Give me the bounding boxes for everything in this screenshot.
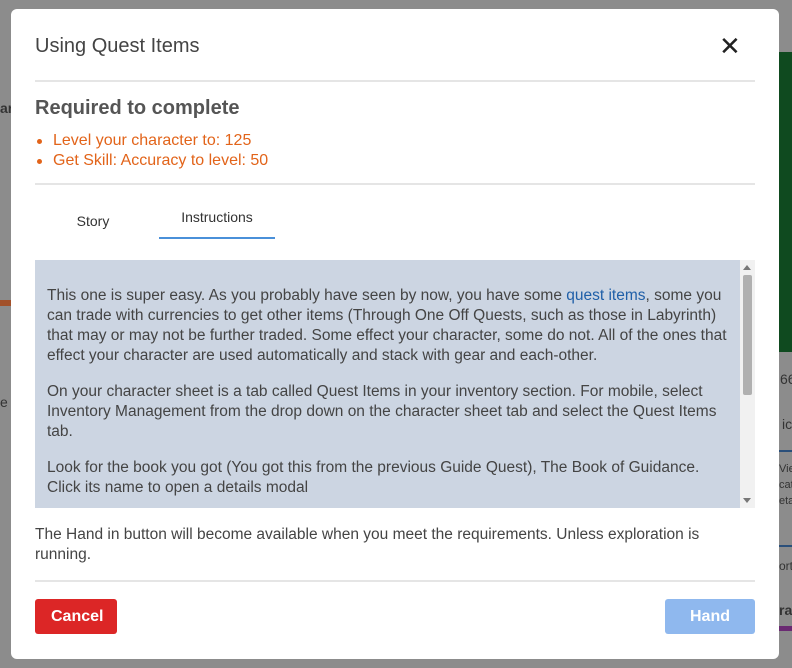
bg-purple-bar [779,626,792,631]
bg-fragment: ict [782,416,792,432]
bg-fragment: View [779,463,792,475]
instructions-paragraph: Look for the book you got (You got this … [47,459,700,496]
text-span: This one is super easy. As you probably … [47,287,567,304]
close-icon[interactable]: ✕ [719,33,741,59]
cancel-button[interactable]: Cancel [35,599,117,634]
requirement-item: Get Skill: Accuracy to level: 50 [35,151,268,171]
requirements-list: Level your character to: 125 Get Skill: … [35,131,268,171]
bg-fragment: eta [779,495,792,507]
divider [35,183,755,185]
tab-instructions[interactable]: Instructions [159,201,275,239]
modal-title: Using Quest Items [35,35,200,57]
bg-fragment: ra [779,602,792,618]
hand-in-note: The Hand in button will become available… [35,526,700,563]
bg-orange-bar [0,300,11,306]
tab-story[interactable]: Story [55,205,131,241]
hand-in-button[interactable]: Hand in [665,599,755,659]
bg-fragment: cat [779,479,792,491]
instructions-paragraph: This one is super easy. As you probably … [47,286,728,366]
bg-divider [779,450,792,452]
quest-items-link[interactable]: quest items [566,287,645,304]
scroll-down-icon[interactable] [743,498,751,503]
instructions-scrollbar[interactable] [740,260,755,508]
scroll-up-icon[interactable] [743,265,751,270]
bg-map-image [779,52,792,352]
bg-fragment: 66 [780,371,792,387]
requirement-item: Level your character to: 125 [35,131,268,151]
divider [35,80,755,82]
bg-fragment: e [0,394,8,410]
quest-modal: Using Quest Items ✕ Required to complete… [11,9,779,659]
instructions-panel[interactable]: This one is super easy. As you probably … [35,260,740,508]
instructions-paragraph: On your character sheet is a tab called … [47,383,717,440]
bg-fragment: ort [779,559,792,573]
divider [35,580,755,582]
scroll-thumb[interactable] [743,275,752,395]
requirements-heading: Required to complete [35,97,240,119]
bg-divider [779,545,792,547]
